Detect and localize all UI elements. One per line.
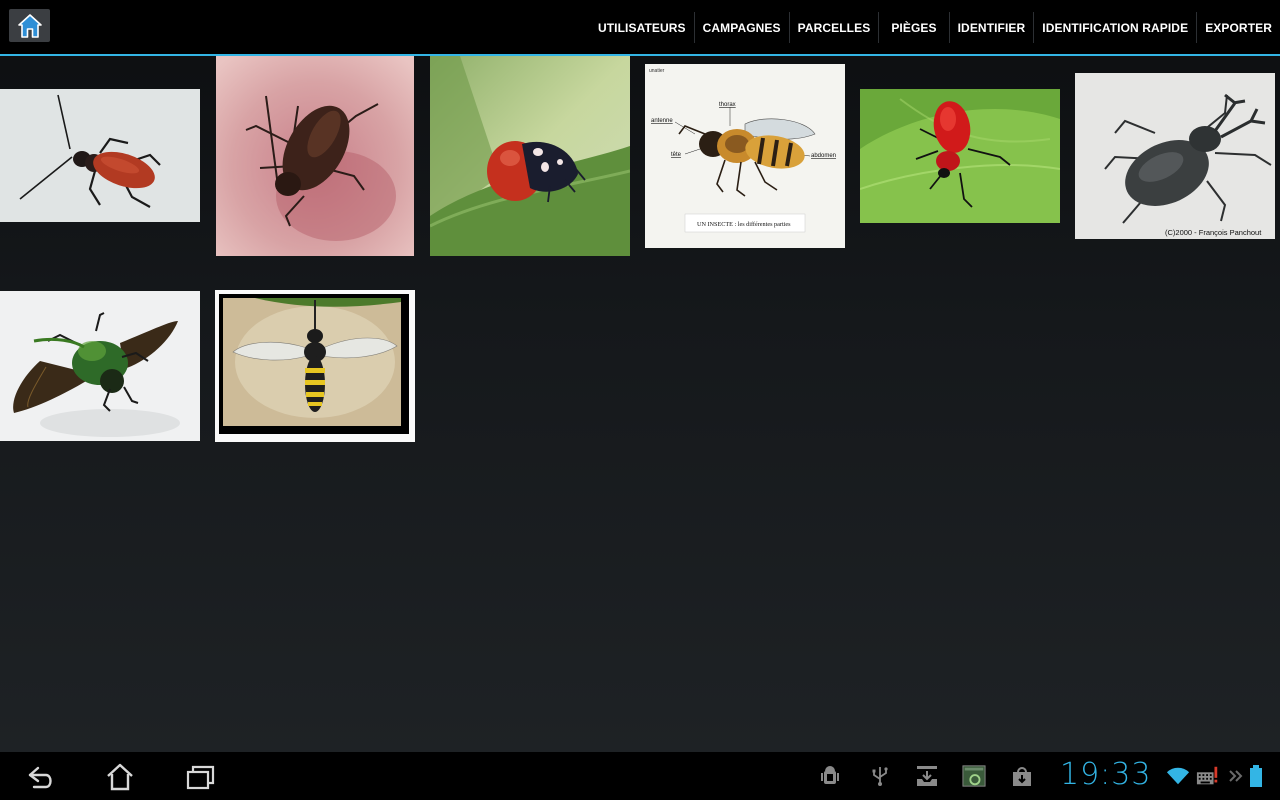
insect-image-brown-beetle[interactable]: [216, 56, 414, 256]
home-button[interactable]: [9, 9, 50, 42]
home-icon: [17, 13, 42, 38]
action-menu: UTILISATEURS CAMPAGNES PARCELLES PIÈGES …: [590, 12, 1280, 43]
back-button[interactable]: [20, 762, 60, 792]
menu-identifier[interactable]: IDENTIFIER: [948, 12, 1034, 43]
home-nav-button[interactable]: [100, 762, 140, 792]
action-bar: UTILISATEURS CAMPAGNES PARCELLES PIÈGES …: [0, 0, 1280, 56]
diagram-label-tete: tête: [671, 152, 682, 158]
back-icon: [28, 766, 52, 789]
wifi-icon[interactable]: [1166, 762, 1190, 790]
insect-image-red-lily-beetle[interactable]: [860, 89, 1060, 223]
diagram-corner-label: unatier: [649, 68, 665, 74]
usb-icon[interactable]: [868, 762, 892, 790]
menu-parcelles[interactable]: PARCELLES: [788, 12, 879, 43]
home-icon: [107, 763, 133, 791]
download-tray-icon[interactable]: [915, 762, 939, 790]
menu-identification-rapide[interactable]: IDENTIFICATION RAPIDE: [1033, 12, 1196, 43]
status-clock[interactable]: 19:33: [1060, 757, 1151, 792]
image-credit: (C)2000 - François Panchout: [1165, 228, 1262, 237]
insect-image-green-flying-beetle[interactable]: [0, 291, 200, 441]
diagram-label-thorax: thorax: [719, 102, 736, 108]
battery-icon[interactable]: [1244, 762, 1268, 790]
diagram-label-abdomen: abdomen: [811, 153, 836, 159]
screenshot-icon[interactable]: [962, 762, 986, 790]
menu-utilisateurs[interactable]: UTILISATEURS: [590, 12, 694, 43]
store-download-icon[interactable]: [1010, 762, 1034, 790]
insect-image-wasp[interactable]: [215, 290, 415, 442]
recent-apps-icon: [186, 765, 215, 790]
insect-image-stag-beetle[interactable]: (C)2000 - François Panchout: [1075, 73, 1275, 239]
menu-pieges[interactable]: PIÈGES: [878, 12, 948, 43]
menu-campagnes[interactable]: CAMPAGNES: [693, 12, 789, 43]
menu-exporter[interactable]: EXPORTER: [1196, 12, 1280, 43]
diagram-caption: UN INSECTE : les différentes parties: [697, 221, 791, 228]
insect-image-bee-diagram[interactable]: unatier thorax antenne tête abdomen UN I…: [645, 64, 845, 248]
keyboard-alert-icon[interactable]: [1196, 762, 1220, 790]
android-debug-icon[interactable]: [818, 762, 842, 790]
diagram-label-antenne: antenne: [651, 118, 673, 124]
insect-image-ladybug[interactable]: [430, 56, 630, 256]
recent-apps-button[interactable]: [180, 762, 220, 792]
insect-image-red-longhorn-beetle[interactable]: [0, 89, 200, 222]
